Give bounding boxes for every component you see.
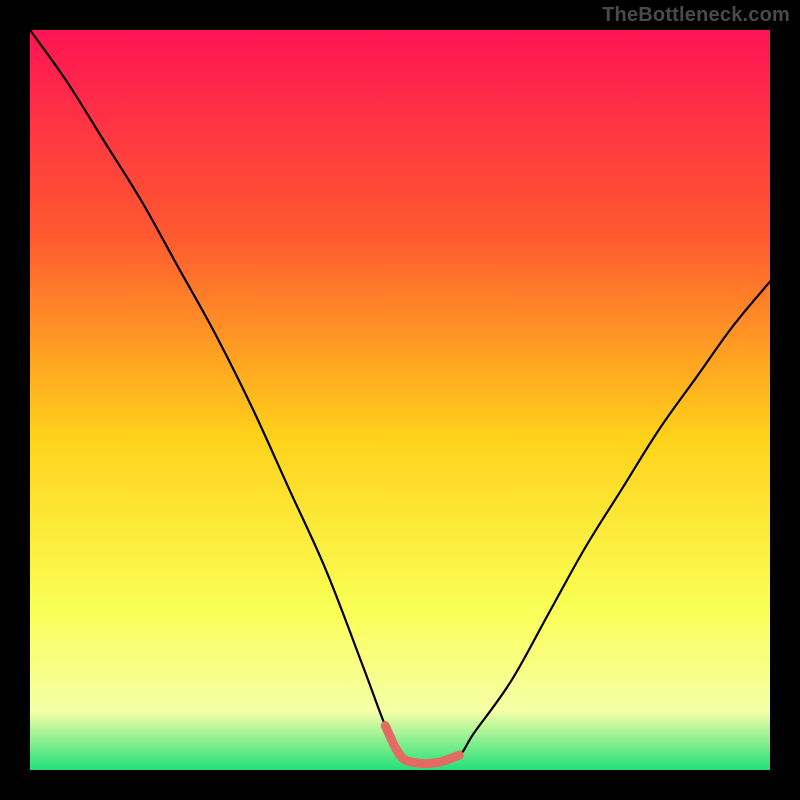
watermark-text: TheBottleneck.com — [602, 4, 790, 27]
plot-background — [30, 30, 770, 770]
bottleneck-chart — [0, 0, 800, 800]
chart-frame: TheBottleneck.com — [0, 0, 800, 800]
